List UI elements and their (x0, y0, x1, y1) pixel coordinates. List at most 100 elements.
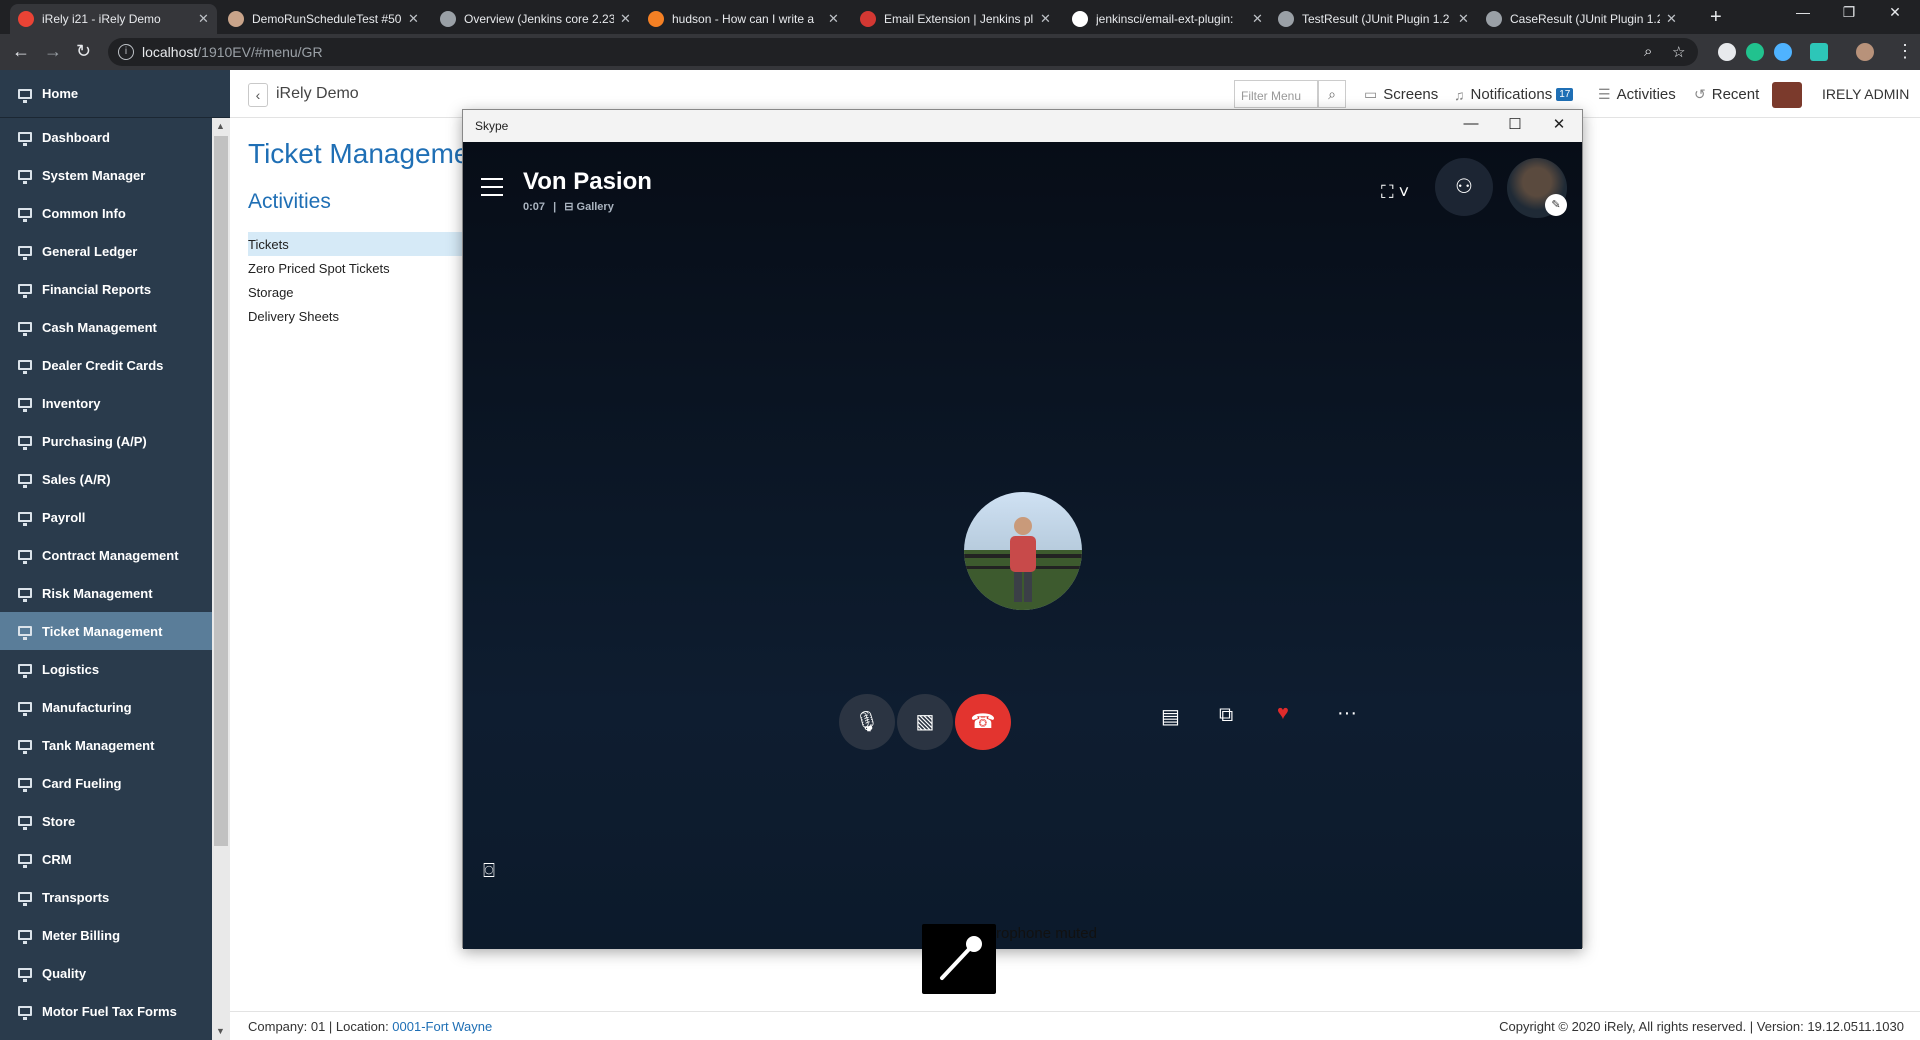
browser-tab[interactable]: jenkinsci/email-ext-plugin: ✕ (1064, 4, 1271, 34)
tab-close-icon[interactable]: ✕ (198, 11, 209, 27)
tab-close-icon[interactable]: ✕ (1666, 11, 1677, 27)
activity-item[interactable]: Zero Priced Spot Tickets (248, 256, 468, 280)
chat-icon[interactable]: ▤ (1161, 704, 1180, 729)
recent-link[interactable]: ↺ Recent (1694, 86, 1759, 103)
sidebar-item[interactable]: General Ledger (0, 232, 212, 270)
sidebar-item[interactable]: Financial Reports (0, 270, 212, 308)
sidebar-item[interactable]: Sales (A/R) (0, 460, 212, 498)
new-tab-icon[interactable]: + (1710, 6, 1722, 29)
sidebar-item[interactable]: Tank Management (0, 726, 212, 764)
sidebar-scrollbar[interactable]: ▲ ▼ (212, 118, 230, 1040)
sidebar-item[interactable]: Quality (0, 954, 212, 992)
back-arrow-icon[interactable]: ← (12, 41, 30, 62)
site-info-icon[interactable]: i (118, 44, 134, 60)
browser-tab[interactable]: Email Extension | Jenkins pl ✕ (852, 4, 1059, 34)
tab-close-icon[interactable]: ✕ (620, 11, 631, 27)
more-options-icon[interactable]: ··· (1337, 702, 1357, 725)
scroll-thumb[interactable] (214, 136, 228, 846)
minimize-icon[interactable]: — (1780, 4, 1826, 20)
sidebar-item[interactable]: Purchasing (A/P) (0, 422, 212, 460)
sidebar-item[interactable]: Payroll (0, 498, 212, 536)
browser-tab[interactable]: Overview (Jenkins core 2.23 ✕ (432, 4, 639, 34)
activity-list: Tickets Zero Priced Spot Tickets Storage De… (248, 232, 468, 328)
notifications-link[interactable]: ♫ Notifications 17 (1454, 86, 1574, 103)
screenshot-icon[interactable]: ⌼ (483, 860, 495, 883)
sidebar-item[interactable]: Motor Fuel Tax Forms (0, 992, 212, 1030)
add-participant-icon[interactable]: ⚇ (1435, 158, 1493, 216)
sidebar-item[interactable]: Contract Management (0, 536, 212, 574)
sidebar-item[interactable]: Inventory (0, 384, 212, 422)
video-off-button[interactable]: ▧ (897, 694, 953, 750)
sidebar-item[interactable]: CRM (0, 840, 212, 878)
sidebar-item-home[interactable]: Home (0, 70, 230, 118)
tab-close-icon[interactable]: ✕ (1252, 11, 1263, 27)
sidebar-item[interactable]: Dealer Credit Cards (0, 346, 212, 384)
hamburger-menu-icon[interactable] (481, 178, 503, 202)
sidebar-item[interactable]: Meter Billing (0, 916, 212, 954)
sidebar-item[interactable]: System Manager (0, 156, 212, 194)
activity-item[interactable]: Storage (248, 280, 468, 304)
tab-close-icon[interactable]: ✕ (828, 11, 839, 27)
sidebar-item[interactable]: Dashboard (0, 118, 212, 156)
tab-title: hudson - How can I write a (672, 12, 815, 26)
browser-tab[interactable]: DemoRunScheduleTest #50 ✕ (220, 4, 427, 34)
user-avatar[interactable] (1772, 82, 1802, 108)
back-button[interactable]: ‹ (248, 83, 268, 107)
end-call-button[interactable]: ☎ (955, 694, 1011, 750)
location-link[interactable]: 0001-Fort Wayne (392, 1019, 492, 1034)
tab-close-icon[interactable]: ✕ (1458, 11, 1469, 27)
filter-menu-input[interactable]: Filter Menu (1234, 80, 1318, 108)
tab-close-icon[interactable]: ✕ (408, 11, 419, 27)
activity-item[interactable]: Delivery Sheets (248, 304, 468, 328)
pen-tool-icon[interactable] (922, 924, 996, 994)
restore-icon[interactable]: ❐ (1826, 4, 1872, 21)
tab-close-icon[interactable]: ✕ (1040, 11, 1051, 27)
bookmark-star-icon[interactable]: ☆ (1672, 43, 1685, 61)
sidebar-item[interactable]: Logistics (0, 650, 212, 688)
search-icon[interactable]: ⌕ (1318, 80, 1346, 108)
maximize-icon[interactable]: ☐ (1493, 115, 1537, 133)
forward-arrow-icon[interactable]: → (44, 41, 62, 62)
sidebar-item[interactable]: Ticket Management (0, 612, 212, 650)
sidebar-item[interactable]: Manufacturing (0, 688, 212, 726)
monitor-icon (18, 892, 32, 906)
close-icon[interactable]: ✕ (1537, 115, 1581, 133)
close-icon[interactable]: ✕ (1872, 4, 1918, 21)
skype-window: Skype — ☐ ✕ Von Pasion 0:07 | ⊟ Gallery … (462, 109, 1583, 949)
tab-title: TestResult (JUnit Plugin 1.2 (1302, 12, 1450, 26)
browser-tab[interactable]: hudson - How can I write a ✕ (640, 4, 847, 34)
monitor-icon (18, 740, 32, 754)
activities-link[interactable]: ☰ Activities (1598, 86, 1676, 103)
reload-icon[interactable]: ↻ (76, 41, 91, 62)
minimize-icon[interactable]: — (1449, 115, 1493, 132)
sidebar-item[interactable]: Risk Management (0, 574, 212, 612)
sidebar-item[interactable]: Cash Management (0, 308, 212, 346)
sidebar-item[interactable]: Card Fueling (0, 764, 212, 802)
browser-tab[interactable]: CaseResult (JUnit Plugin 1.2 ✕ (1478, 4, 1685, 34)
address-bar[interactable]: i localhost/1910EV/#menu/GR ⌕ ☆ (108, 38, 1698, 66)
extension-icon[interactable] (1718, 43, 1736, 61)
sidebar-item[interactable]: Store (0, 802, 212, 840)
zoom-icon[interactable]: ⌕ (1644, 43, 1652, 60)
monitor-icon (18, 702, 32, 716)
extension-icon[interactable] (1774, 43, 1792, 61)
heart-reaction-icon[interactable]: ♥ (1277, 702, 1289, 725)
monitor-icon (18, 208, 32, 222)
screens-link[interactable]: ▭ Screens (1364, 86, 1438, 103)
sidebar-item[interactable]: Transports (0, 878, 212, 916)
layout-switch-icon[interactable]: ⛶ ˅ (1381, 182, 1409, 203)
scroll-down-icon[interactable]: ▼ (216, 1026, 225, 1036)
scroll-up-icon[interactable]: ▲ (216, 121, 225, 131)
favicon-icon (228, 11, 244, 27)
share-screen-icon[interactable]: ⧉ (1219, 704, 1233, 727)
mute-microphone-button[interactable]: 🎙 (839, 694, 895, 750)
browser-tab[interactable]: iRely i21 - iRely Demo ✕ (10, 4, 217, 34)
extension-icon[interactable] (1810, 43, 1828, 61)
more-menu-icon[interactable]: ⋮ (1896, 41, 1914, 62)
user-name[interactable]: IRELY ADMIN (1822, 86, 1909, 102)
browser-tab[interactable]: TestResult (JUnit Plugin 1.2 ✕ (1270, 4, 1477, 34)
extension-icon[interactable] (1746, 43, 1764, 61)
profile-avatar[interactable] (1856, 43, 1874, 61)
activity-item[interactable]: Tickets (248, 232, 468, 256)
sidebar-item[interactable]: Common Info (0, 194, 212, 232)
